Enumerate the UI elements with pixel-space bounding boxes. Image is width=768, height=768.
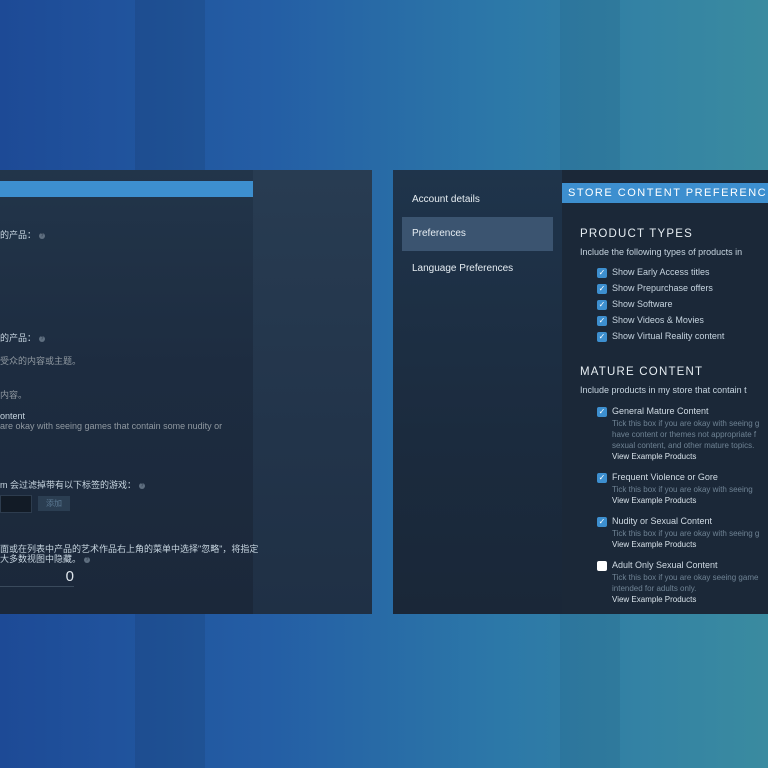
- mature-option-desc: sexual content, and other mature topics.: [612, 441, 755, 450]
- right-preferences-panel: Account details Preferences Language Pre…: [393, 170, 768, 614]
- left-text-line: m 会过滤掉带有以下标签的游戏：?: [0, 480, 145, 490]
- panel-side-strip: [253, 170, 372, 614]
- product-types-description: Include the following types of products …: [580, 247, 743, 257]
- left-text-line: 的产品：?: [0, 333, 46, 343]
- checkbox-checked-icon[interactable]: ✓: [597, 517, 607, 527]
- help-icon[interactable]: ?: [139, 482, 145, 489]
- left-preferences-panel: 的产品：? 的产品：? 受众的内容或主题。 内容。 ontent are oka…: [0, 170, 372, 614]
- mature-content-title: MATURE CONTENT: [580, 366, 704, 378]
- nav-item-language-preferences[interactable]: Language Preferences: [402, 252, 553, 286]
- mature-option-desc: Tick this box if you are okay with seein…: [612, 419, 760, 428]
- checkbox-checked-icon[interactable]: ✓: [597, 332, 607, 342]
- checkbox-checked-icon[interactable]: ✓: [597, 300, 607, 310]
- left-text-line: 内容。: [0, 390, 28, 400]
- view-example-products-link[interactable]: View Example Products: [612, 496, 696, 505]
- help-icon[interactable]: ?: [84, 556, 91, 563]
- mature-option-desc: Tick this box if you are okay seeing gam…: [612, 573, 759, 582]
- checkbox-checked-icon[interactable]: ✓: [597, 284, 607, 294]
- checkbox-checked-icon[interactable]: ✓: [597, 473, 607, 483]
- content-header: STORE CONTENT PREFERENCES: [562, 183, 768, 203]
- store-content-preferences: STORE CONTENT PREFERENCES PRODUCT TYPES …: [562, 170, 768, 614]
- product-types-title: PRODUCT TYPES: [580, 228, 693, 240]
- mature-option-label: Frequent Violence or Gore: [612, 472, 718, 482]
- checkbox-checked-icon[interactable]: ✓: [597, 407, 607, 417]
- left-text-line: 受众的内容或主题。: [0, 356, 82, 366]
- help-icon[interactable]: ?: [39, 335, 46, 342]
- left-text-line: 的产品：?: [0, 230, 46, 240]
- view-example-products-link[interactable]: View Example Products: [612, 452, 696, 461]
- section-header-bar: [0, 181, 253, 197]
- mature-content-description: Include products in my store that contai…: [580, 385, 747, 395]
- mature-option-label: Adult Only Sexual Content: [612, 560, 718, 570]
- add-tag-button[interactable]: 添加: [38, 496, 70, 511]
- checkbox-checked-icon[interactable]: ✓: [597, 316, 607, 326]
- view-example-products-link[interactable]: View Example Products: [612, 595, 696, 604]
- tag-filter-input[interactable]: [0, 495, 32, 513]
- left-text-line: are okay with seeing games that contain …: [0, 421, 223, 431]
- mature-option-desc: have content or themes not appropriate f: [612, 430, 757, 439]
- nav-item-preferences[interactable]: Preferences: [402, 217, 553, 251]
- mature-option-desc: intended for adults only.: [612, 584, 697, 593]
- left-text-line: 大多数视图中隐藏。?: [0, 554, 91, 564]
- checkbox-unchecked-icon[interactable]: [597, 561, 607, 571]
- mature-option-desc: Tick this box if you are okay with seein…: [612, 485, 753, 494]
- view-example-products-link[interactable]: View Example Products: [612, 540, 696, 549]
- nav-item-account-details[interactable]: Account details: [402, 183, 553, 217]
- left-text-line: ontent: [0, 411, 26, 421]
- help-icon[interactable]: ?: [39, 232, 46, 239]
- mature-option-desc: Tick this box if you are okay with seein…: [612, 529, 760, 538]
- mature-option-label: Nudity or Sexual Content: [612, 516, 713, 526]
- ignored-count: 0: [0, 568, 74, 587]
- mature-option-label: General Mature Content: [612, 406, 709, 416]
- checkbox-checked-icon[interactable]: ✓: [597, 268, 607, 278]
